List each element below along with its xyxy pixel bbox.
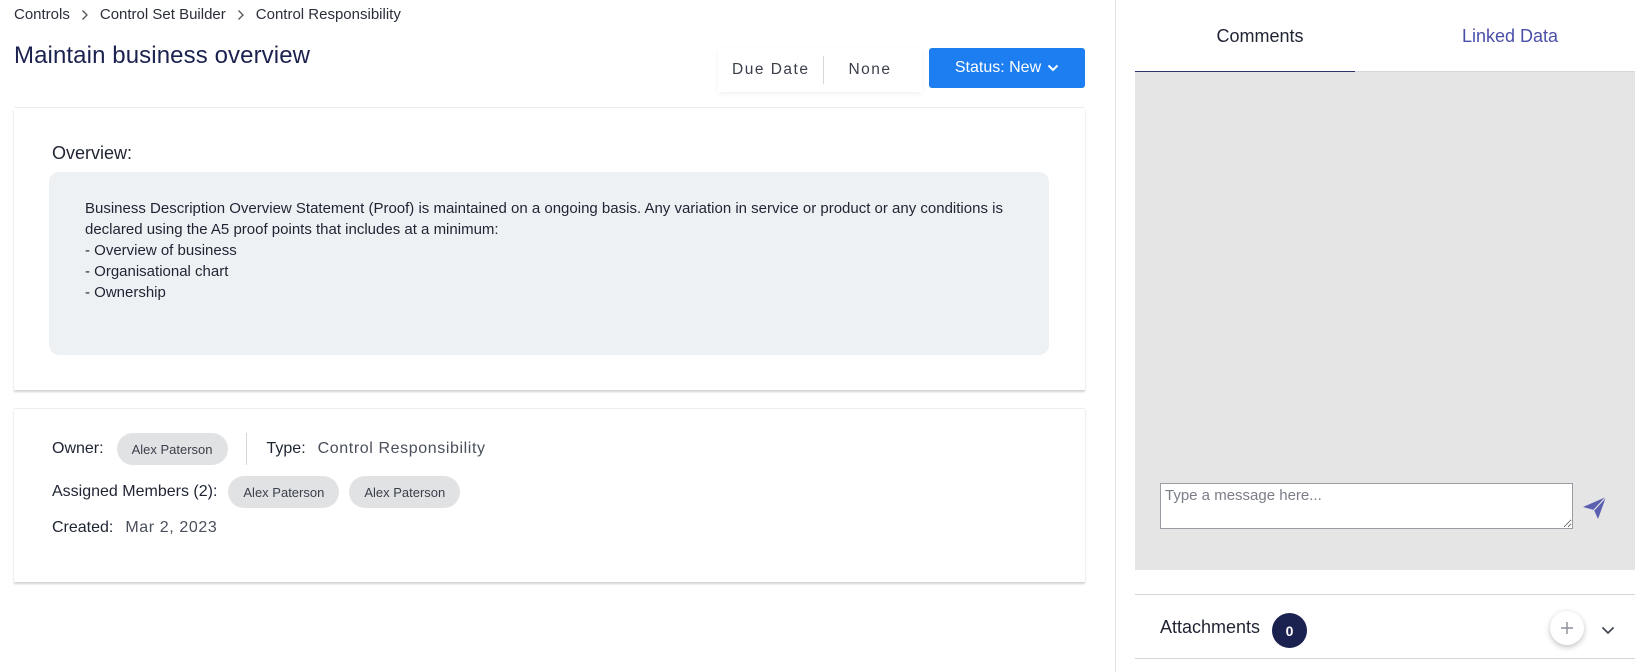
created-row: Created: Mar 2, 2023 bbox=[52, 512, 217, 544]
details-card: Owner: Alex Paterson Type: Control Respo… bbox=[14, 408, 1085, 582]
divider bbox=[245, 433, 247, 465]
overview-card: Overview: Business Description Overview … bbox=[14, 108, 1085, 390]
assigned-member-chip[interactable]: Alex Paterson bbox=[349, 476, 461, 508]
status-dropdown-button[interactable]: Status: New bbox=[929, 48, 1085, 88]
send-button[interactable] bbox=[1578, 491, 1612, 525]
panel-divider bbox=[1115, 0, 1116, 672]
side-panel: Comments Linked Data Attachments 0 bbox=[1135, 0, 1635, 672]
message-input[interactable] bbox=[1160, 483, 1573, 529]
owner-label: Owner: bbox=[52, 440, 104, 457]
attachments-count-badge: 0 bbox=[1272, 613, 1307, 648]
page-title: Maintain business overview bbox=[14, 42, 311, 69]
assigned-members-label: Assigned Members (2): bbox=[52, 483, 218, 500]
type-label: Type: bbox=[266, 440, 306, 457]
paper-plane-icon bbox=[1582, 496, 1608, 520]
attachments-section: Attachments 0 bbox=[1135, 594, 1635, 659]
owner-chip[interactable]: Alex Paterson bbox=[116, 433, 228, 465]
main-content: Controls Control Set Builder Control Res… bbox=[0, 0, 1115, 672]
attachments-label: Attachments bbox=[1160, 617, 1261, 637]
panel-tabs: Comments Linked Data bbox=[1135, 0, 1635, 73]
overview-text: Business Description Overview Statement … bbox=[49, 172, 1049, 355]
due-date-value[interactable]: None bbox=[824, 61, 921, 79]
chevron-down-icon bbox=[1601, 626, 1615, 635]
due-date-field: Due Date None bbox=[718, 48, 922, 92]
chevron-right-icon bbox=[81, 9, 89, 21]
type-value: Control Responsibility bbox=[317, 440, 486, 457]
due-date-label: Due Date bbox=[732, 61, 810, 78]
tab-linked-data[interactable]: Linked Data bbox=[1385, 0, 1635, 72]
add-attachment-button[interactable] bbox=[1550, 611, 1584, 645]
breadcrumb-control-responsibility[interactable]: Control Responsibility bbox=[256, 6, 401, 23]
plus-icon bbox=[1560, 621, 1574, 635]
comments-area bbox=[1135, 72, 1635, 570]
assigned-members-row: Assigned Members (2): Alex Paterson Alex… bbox=[52, 476, 461, 508]
overview-label: Overview: bbox=[52, 143, 133, 163]
chevron-down-icon bbox=[1047, 64, 1059, 72]
attachments-expand-button[interactable] bbox=[1597, 619, 1619, 641]
breadcrumb: Controls Control Set Builder Control Res… bbox=[14, 6, 401, 23]
breadcrumb-controls[interactable]: Controls bbox=[14, 6, 70, 23]
breadcrumb-control-set-builder[interactable]: Control Set Builder bbox=[100, 6, 226, 23]
status-button-label: Status: New bbox=[954, 59, 1042, 76]
owner-row: Owner: Alex Paterson Type: Control Respo… bbox=[52, 433, 486, 465]
chevron-right-icon bbox=[237, 9, 245, 21]
created-label: Created: bbox=[52, 519, 114, 536]
created-value: Mar 2, 2023 bbox=[125, 519, 218, 536]
tab-comments[interactable]: Comments bbox=[1135, 0, 1385, 73]
assigned-member-chip[interactable]: Alex Paterson bbox=[228, 476, 340, 508]
